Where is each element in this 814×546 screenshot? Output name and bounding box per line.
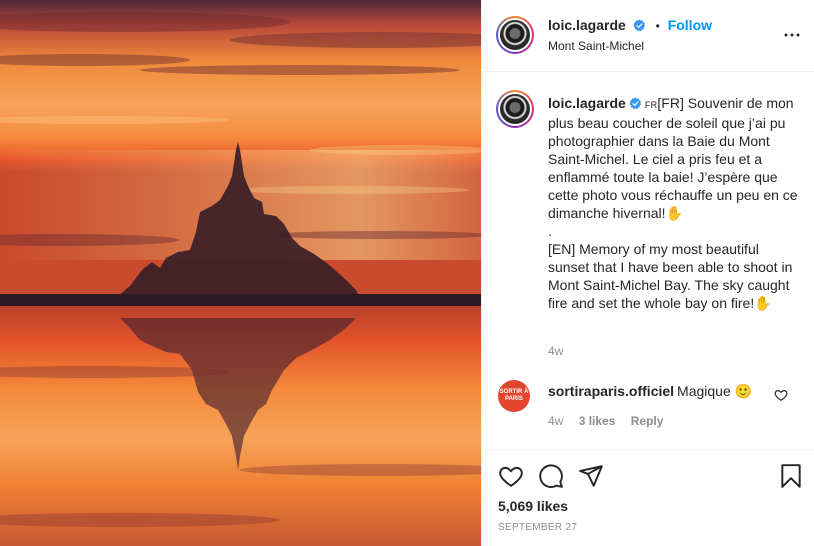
header-separator: •	[655, 19, 660, 33]
comment-meta: 4w 3 likes Reply	[548, 414, 675, 428]
caption-text-fr: [FR] Souvenir de mon plus beau coucher d…	[548, 95, 798, 221]
commenter-username[interactable]: sortiraparis.officiel	[548, 383, 674, 399]
caption-separator-dot: .	[548, 223, 552, 239]
post-caption: loic.lagarde FR[FR] Souvenir de mon plus …	[548, 94, 803, 312]
heart-icon[interactable]	[498, 463, 524, 489]
post-photo[interactable]	[0, 0, 481, 546]
instagram-post: loic.lagarde • Follow Mont Saint-Michel …	[0, 0, 814, 546]
camera-lens-avatar-image	[500, 20, 530, 50]
camera-lens-avatar-image	[500, 94, 530, 124]
commenter-avatar-text: SORTIR À PARIS	[499, 389, 529, 402]
language-tag: FR	[644, 100, 658, 110]
caption-author-avatar[interactable]	[496, 90, 534, 128]
post-location[interactable]: Mont Saint-Michel	[548, 39, 644, 53]
bookmark-icon[interactable]	[778, 463, 804, 489]
comment-time-ago: 4w	[548, 414, 564, 428]
more-horizontal-icon[interactable]	[783, 26, 801, 44]
author-avatar[interactable]	[496, 16, 534, 54]
comment-reply-button[interactable]: Reply	[631, 414, 664, 428]
comment-text: Magique 🙂	[677, 383, 753, 399]
caption-text-en: [EN] Memory of my most beautiful sunset …	[548, 241, 793, 311]
comment-item: sortiraparis.officiel Magique 🙂	[548, 383, 752, 400]
header-user-line: loic.lagarde • Follow	[548, 17, 712, 33]
post-side-panel: loic.lagarde • Follow Mont Saint-Michel …	[481, 0, 814, 546]
mont-saint-michel-sunset-image	[0, 0, 481, 546]
commenter-avatar[interactable]: SORTIR À PARIS	[498, 380, 530, 412]
follow-button[interactable]: Follow	[668, 17, 712, 33]
verified-badge-icon	[633, 19, 645, 32]
verified-badge-icon	[629, 97, 641, 110]
post-date: SEPTEMBER 27	[498, 522, 578, 533]
author-username[interactable]: loic.lagarde	[548, 17, 626, 33]
post-header: loic.lagarde • Follow Mont Saint-Michel	[482, 0, 814, 72]
caption-username[interactable]: loic.lagarde	[548, 95, 626, 111]
paper-plane-icon[interactable]	[578, 463, 604, 489]
caption-time-ago: 4w	[548, 344, 564, 358]
post-actions: 5,069 likes SEPTEMBER 27	[482, 449, 814, 546]
comment-like-heart-icon[interactable]	[774, 388, 788, 402]
comment-likes-count[interactable]: 3 likes	[579, 414, 616, 428]
post-likes-count[interactable]: 5,069 likes	[498, 498, 568, 514]
comment-bubble-icon[interactable]	[538, 463, 564, 489]
